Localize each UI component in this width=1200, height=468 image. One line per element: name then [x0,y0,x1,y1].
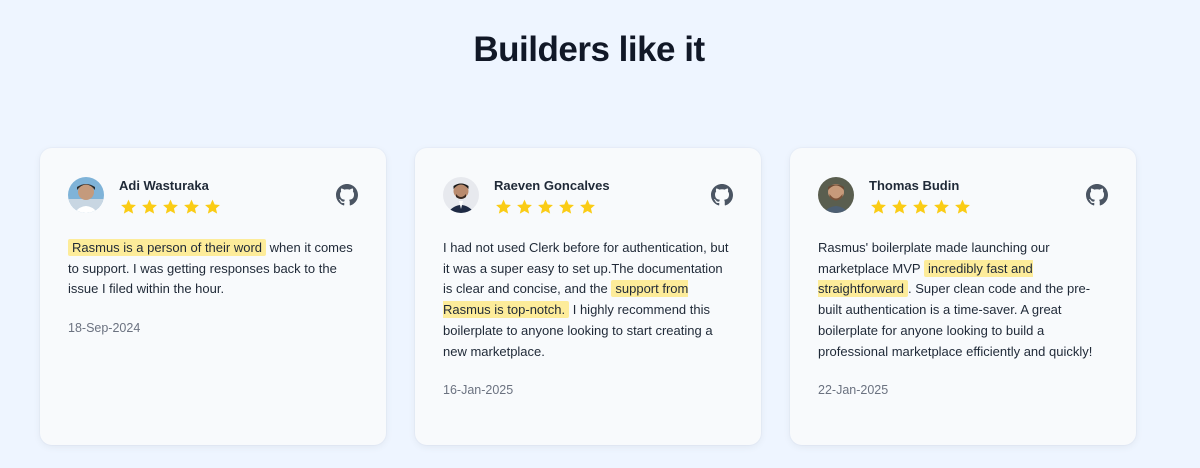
star-icon [142,199,157,214]
review-card: Raeven Goncalves I had not used Clerk be… [415,148,761,445]
star-rating [119,198,222,216]
star-icon [517,199,532,214]
star-icon [184,199,199,214]
star-icon [121,199,136,214]
testimonials-section: Builders like it Adi Wasturaka Rasmus is… [0,0,1200,468]
review-date: 16-Jan-2025 [443,383,514,398]
star-icon [892,199,907,214]
review-date: 18-Sep-2024 [68,321,141,336]
star-icon [580,199,595,214]
avatar [818,177,854,213]
reviewer-name: Raeven Goncalves [494,178,610,193]
star-icon [538,199,553,214]
star-rating [494,198,610,216]
star-icon [496,199,511,214]
star-rating [869,198,972,216]
github-icon[interactable] [1086,184,1108,206]
star-icon [559,199,574,214]
star-icon [955,199,970,214]
reviewer-name: Thomas Budin [869,178,960,193]
review-text: Rasmus is a person of their word when it… [68,238,358,300]
review-card: Adi Wasturaka Rasmus is a person of thei… [40,148,386,445]
github-icon[interactable] [336,184,358,206]
star-icon [871,199,886,214]
avatar [443,177,479,213]
star-icon [934,199,949,214]
review-date: 22-Jan-2025 [818,383,889,398]
review-list: Adi Wasturaka Rasmus is a person of thei… [40,148,1136,445]
star-icon [205,199,220,214]
review-text: Rasmus' boilerplate made launching our m… [818,238,1108,362]
star-icon [163,199,178,214]
review-header: Raeven Goncalves [443,177,733,217]
highlighted-quote: Rasmus is a person of their word [68,239,267,256]
reviewer-name: Adi Wasturaka [119,178,209,193]
review-header: Adi Wasturaka [68,177,358,217]
section-title: Builders like it [473,30,705,69]
star-icon [913,199,928,214]
avatar [68,177,104,213]
review-card: Thomas Budin Rasmus' boilerplate made la… [790,148,1136,445]
github-icon[interactable] [711,184,733,206]
review-header: Thomas Budin [818,177,1108,217]
review-text: I had not used Clerk before for authenti… [443,238,733,362]
